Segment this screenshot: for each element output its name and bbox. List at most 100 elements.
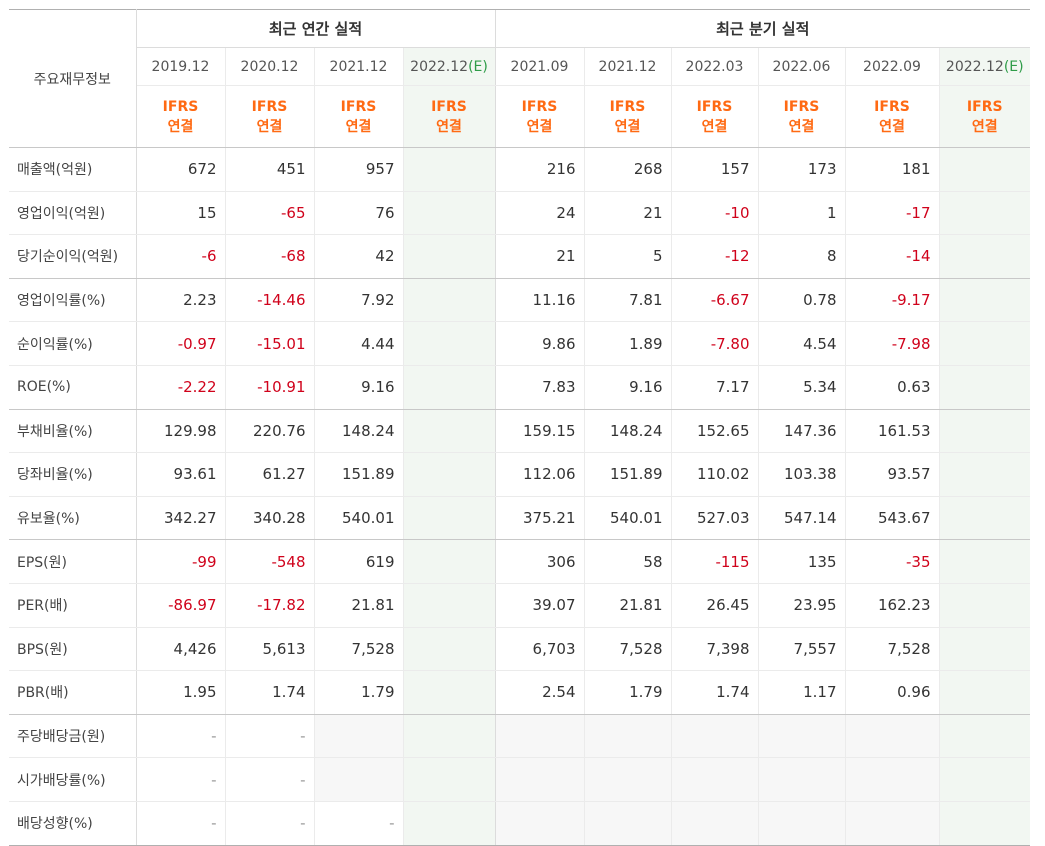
consolidated-text: 연결	[526, 118, 553, 135]
table-cell: 7,528	[583, 627, 671, 672]
table-cell: 7,398	[670, 627, 758, 672]
table-cell: 8	[757, 234, 845, 279]
table-cell: 42	[313, 234, 403, 279]
table-cell: 129.98	[135, 409, 225, 454]
table-cell	[938, 670, 1030, 715]
table-cell	[402, 627, 495, 672]
table-cell: 61.27	[224, 452, 314, 497]
estimate-mark: (E)	[468, 58, 488, 75]
table-cell: -115	[670, 539, 758, 584]
table-cell: 135	[757, 539, 845, 584]
table-cell: -2.22	[135, 365, 225, 410]
row-label: 당좌비율(%)	[9, 452, 137, 497]
table-cell: 527.03	[670, 496, 758, 541]
period-header: 2019.12	[135, 47, 225, 86]
table-row: 당기순이익(억원) -6 -68 42 21 5 -12 8 -14	[9, 234, 1030, 279]
table-cell: 5,613	[224, 627, 314, 672]
table-cell: -15.01	[224, 321, 314, 366]
row-label: 주당배당금(원)	[9, 714, 137, 759]
consolidated-text: 연결	[879, 118, 905, 135]
table-cell: 4.44	[313, 321, 403, 366]
table-cell	[402, 191, 495, 236]
table-cell: 148.24	[313, 409, 403, 454]
table-cell	[402, 801, 495, 846]
row-label: EPS(원)	[9, 539, 137, 584]
table-cell: 342.27	[135, 496, 225, 541]
table-cell	[583, 757, 671, 802]
table-cell	[402, 365, 495, 410]
ifrs-label: IFRS 연결	[757, 85, 845, 148]
table-cell: 4,426	[135, 627, 225, 672]
table-cell: 152.65	[670, 409, 758, 454]
table-cell: 7,528	[844, 627, 939, 672]
period-row: 2019.12 2020.12 2021.12 2022.12(E) 2021.09 20…	[9, 47, 1030, 86]
table-cell: 24	[494, 191, 584, 236]
table-cell: 547.14	[757, 496, 845, 541]
ifrs-label: IFRS 연결	[224, 85, 314, 148]
row-label: 순이익률(%)	[9, 321, 137, 366]
ifrs-text: IFRS	[609, 98, 646, 115]
table-cell: -7.80	[670, 321, 758, 366]
table-cell: 93.61	[135, 452, 225, 497]
ifrs-label: IFRS 연결	[583, 85, 671, 148]
table-cell: 151.89	[583, 452, 671, 497]
table-cell: -6.67	[670, 278, 758, 323]
table-cell: 112.06	[494, 452, 584, 497]
table-cell: 9.16	[583, 365, 671, 410]
table-cell	[757, 801, 845, 846]
table-cell	[844, 801, 939, 846]
table-cell: -	[135, 757, 225, 802]
table-row: 영업이익률(%) 2.23 -14.46 7.92 11.16 7.81 -6.67 0.78…	[9, 278, 1030, 323]
table-cell: 110.02	[670, 452, 758, 497]
table-cell	[494, 801, 584, 846]
table-cell: 2.54	[494, 670, 584, 715]
ifrs-label: IFRS 연결	[670, 85, 758, 148]
ifrs-label: IFRS 연결	[844, 85, 939, 148]
table-cell: 1.74	[670, 670, 758, 715]
period-label: 2021.12	[329, 58, 388, 75]
table-cell: 540.01	[313, 496, 403, 541]
table-cell: 103.38	[757, 452, 845, 497]
table-cell: 0.78	[757, 278, 845, 323]
table-cell	[938, 757, 1030, 802]
table-cell: 540.01	[583, 496, 671, 541]
table-cell: -10	[670, 191, 758, 236]
table-row: 유보율(%) 342.27 340.28 540.01 375.21 540.01 527.…	[9, 496, 1030, 541]
table-cell: 7,557	[757, 627, 845, 672]
period-label: 2022.03	[685, 58, 744, 75]
table-cell: 957	[313, 147, 403, 192]
table-cell: 7.83	[494, 365, 584, 410]
period-label: 2021.12	[598, 58, 657, 75]
table-row: ROE(%) -2.22 -10.91 9.16 7.83 9.16 7.17 5.34 0.6…	[9, 365, 1030, 410]
table-cell	[938, 278, 1030, 323]
row-label: 부채비율(%)	[9, 409, 137, 454]
table-cell	[402, 539, 495, 584]
ifrs-label: IFRS 연결	[402, 85, 495, 148]
table-cell	[402, 496, 495, 541]
period-header: 2022.06	[757, 47, 845, 86]
ifrs-label: IFRS 연결	[938, 85, 1030, 148]
period-header: 2022.09	[844, 47, 939, 86]
ifrs-text: IFRS	[162, 98, 199, 115]
table-row: 매출액(억원) 672 451 957 216 268 157 173 181	[9, 147, 1030, 192]
row-label: 영업이익(억원)	[9, 191, 137, 236]
table-cell	[402, 757, 495, 802]
table-row: 당좌비율(%) 93.61 61.27 151.89 112.06 151.89 110.0…	[9, 452, 1030, 497]
table-cell	[313, 714, 403, 759]
table-cell: 15	[135, 191, 225, 236]
table-cell: 21	[494, 234, 584, 279]
ifrs-text: IFRS	[966, 98, 1003, 115]
table-cell	[583, 714, 671, 759]
row-label: PBR(배)	[9, 670, 137, 715]
table-cell	[938, 452, 1030, 497]
table-cell	[402, 278, 495, 323]
table-cell: 7.92	[313, 278, 403, 323]
table-cell	[402, 452, 495, 497]
table-cell	[938, 583, 1030, 628]
table-row: 시가배당률(%) - -	[9, 757, 1030, 802]
period-label: 2022.12	[410, 58, 469, 75]
ifrs-text: IFRS	[783, 98, 820, 115]
table-cell: 268	[583, 147, 671, 192]
table-cell: -	[224, 801, 314, 846]
period-header: 2021.12	[313, 47, 403, 86]
